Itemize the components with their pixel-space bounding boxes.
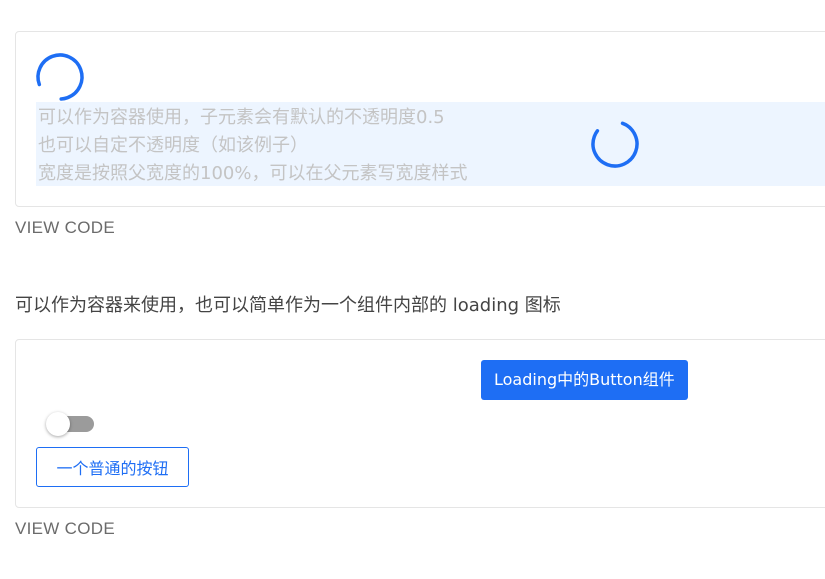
container-content: 可以作为容器使用，子元素会有默认的不透明度0.5 也可以自定不透明度（如该例子）… [38, 104, 467, 188]
container-text-line-3: 宽度是按照父宽度的100%，可以在父元素写宽度样式 [38, 163, 468, 184]
loading-spinner-icon [34, 51, 86, 103]
view-code-link[interactable]: VIEW CODE [15, 519, 115, 539]
toggle-knob [46, 412, 70, 436]
normal-button[interactable]: 一个普通的按钮 [36, 447, 189, 487]
container-text-line-2: 也可以自定不透明度（如该例子） [38, 135, 308, 156]
section-description: 可以作为容器来使用，也可以简单作为一个组件内部的 loading 图标 [15, 295, 561, 316]
button-loading-demo-box: Loading中的Button组件 一个普通的按钮 [15, 339, 825, 508]
loading-spinner-icon [589, 118, 641, 170]
view-code-link[interactable]: VIEW CODE [15, 218, 115, 238]
loading-demo-box: 可以作为容器使用，子元素会有默认的不透明度0.5 也可以自定不透明度（如该例子）… [15, 31, 825, 207]
loading-toggle-switch[interactable] [46, 412, 94, 436]
loading-button[interactable]: Loading中的Button组件 [481, 360, 688, 400]
loading-container: 可以作为容器使用，子元素会有默认的不透明度0.5 也可以自定不透明度（如该例子）… [36, 102, 825, 186]
container-text-line-1: 可以作为容器使用，子元素会有默认的不透明度0.5 [38, 107, 445, 128]
